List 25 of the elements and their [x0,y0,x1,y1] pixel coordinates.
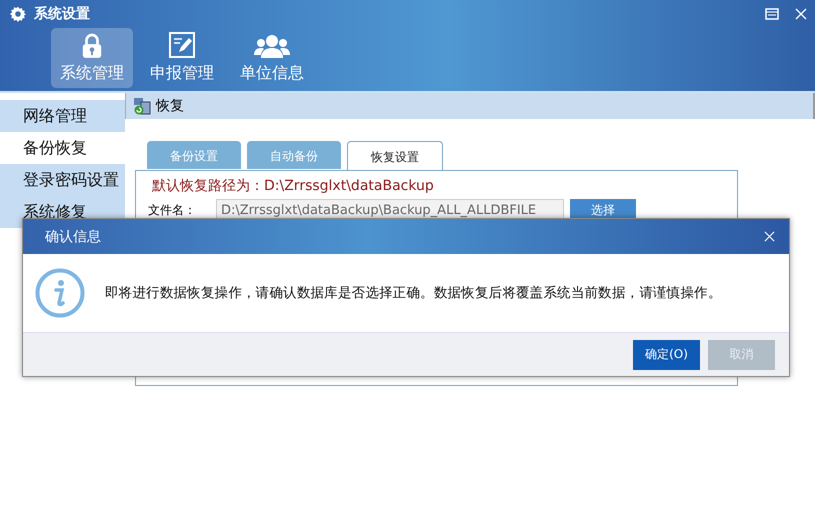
dialog-title: 确认信息 [45,228,101,246]
info-icon [35,268,85,318]
sidebar-item[interactable]: 登录密码设置 [0,164,125,196]
section-title: 恢复 [156,97,184,115]
dialog-button[interactable]: 确定(O) [633,340,700,370]
file-label: 文件名： [148,202,197,218]
sidebar-item[interactable]: 网络管理 [0,100,125,132]
tab[interactable]: 恢复设置 [347,141,443,171]
close-icon[interactable] [764,231,775,242]
people-icon [254,33,290,59]
nav-item[interactable]: 单位信息 [231,28,313,88]
settings-icon [10,6,26,22]
nav-label: 单位信息 [240,63,304,84]
dialog-message: 即将进行数据恢复操作，请确认数据库是否选择正确。数据恢复后将覆盖系统当前数据，请谨慎操作。 [105,284,722,302]
nav-label: 申报管理 [150,63,214,84]
default-path-text: 默认恢复路径为：D:\Zrrssglxt\dataBackup [152,177,435,195]
close-icon[interactable] [795,8,807,20]
nav-label: 系统管理 [60,63,124,84]
nav-item[interactable]: 申报管理 [141,28,223,88]
lock-icon [81,33,103,59]
database-icon [133,97,151,115]
window-title: 系统设置 [34,5,90,23]
edit-document-icon [168,31,196,59]
restore-icon[interactable] [765,8,779,20]
nav-item[interactable]: 系统管理 [51,28,133,88]
